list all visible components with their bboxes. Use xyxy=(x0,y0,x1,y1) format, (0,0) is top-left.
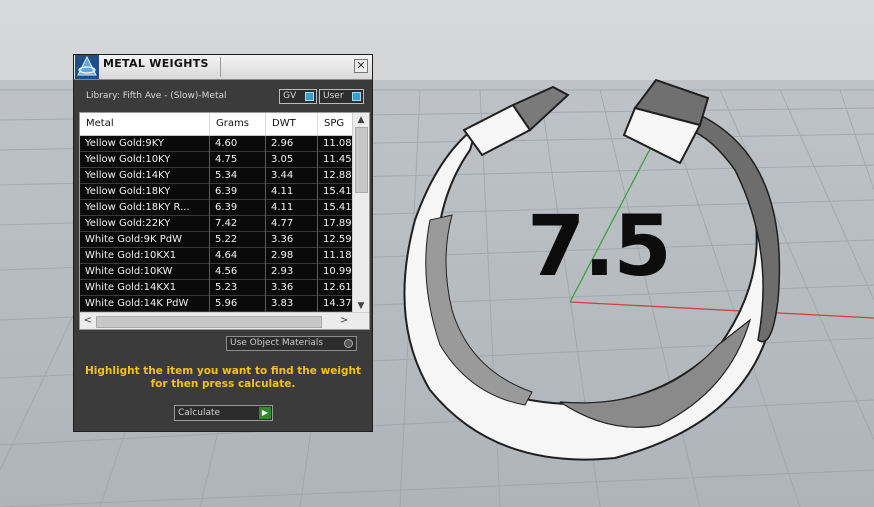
cell-grams: 4.60 xyxy=(210,136,266,152)
cell-grams: 5.22 xyxy=(210,232,266,248)
cell-metal: Yellow Gold:22KY xyxy=(80,216,210,232)
scroll-up-icon[interactable]: ▲ xyxy=(353,113,369,127)
close-button[interactable]: ✕ xyxy=(354,59,368,73)
table-body: Yellow Gold:9KY 4.60 2.96 11.08 Yellow Gold… xyxy=(80,136,358,312)
cell-grams: 7.42 xyxy=(210,216,266,232)
column-header-grams[interactable]: Grams xyxy=(210,113,266,135)
user-toggle[interactable]: User xyxy=(319,89,364,104)
library-label: Library: Fifth Ave - (Slow)-Metal xyxy=(86,91,227,101)
play-arrow-icon: ▶ xyxy=(259,407,271,419)
cell-grams: 6.39 xyxy=(210,184,266,200)
user-toggle-indicator xyxy=(352,92,361,101)
x-axis-line xyxy=(569,301,874,319)
cell-metal: Yellow Gold:10KY xyxy=(80,152,210,168)
metal-table: Metal Grams DWT SPG Yellow Gold:9KY 4.60 2… xyxy=(79,112,370,330)
calculate-label: Calculate xyxy=(178,408,221,418)
cell-metal: White Gold:14K PdW xyxy=(80,296,210,312)
gv-toggle-label: GV xyxy=(283,91,297,101)
cell-metal: Yellow Gold:18KY R... xyxy=(80,200,210,216)
table-row[interactable]: White Gold:14KX1 5.23 3.36 12.61 xyxy=(80,280,358,296)
table-row[interactable]: White Gold:10KX1 4.64 2.98 11.18 xyxy=(80,248,358,264)
cell-metal: Yellow Gold:14KY xyxy=(80,168,210,184)
horizontal-scrollbar[interactable]: < > xyxy=(80,312,369,329)
radio-icon xyxy=(344,339,353,348)
cell-dwt: 4.77 xyxy=(266,216,318,232)
cell-grams: 5.96 xyxy=(210,296,266,312)
table-row[interactable]: Yellow Gold:18KY 6.39 4.11 15.41 xyxy=(80,184,358,200)
cell-grams: 4.75 xyxy=(210,152,266,168)
vertical-scroll-thumb[interactable] xyxy=(355,127,368,193)
cell-dwt: 3.36 xyxy=(266,280,318,296)
table-row[interactable]: White Gold:10KW 4.56 2.93 10.99 xyxy=(80,264,358,280)
cell-metal: Yellow Gold:18KY xyxy=(80,184,210,200)
dialog-titlebar[interactable]: METAL WEIGHTS ✕ xyxy=(74,55,372,80)
table-row[interactable]: White Gold:9K PdW 5.22 3.36 12.59 xyxy=(80,232,358,248)
cell-dwt: 3.05 xyxy=(266,152,318,168)
cell-grams: 5.34 xyxy=(210,168,266,184)
instructions-line-2: for then press calculate. xyxy=(150,378,296,390)
table-header: Metal Grams DWT SPG xyxy=(80,113,358,136)
ring-size-text: 7.5 xyxy=(527,197,672,295)
cell-metal: White Gold:9K PdW xyxy=(80,232,210,248)
cell-grams: 5.23 xyxy=(210,280,266,296)
scroll-right-icon[interactable]: > xyxy=(336,313,352,329)
dialog-title: METAL WEIGHTS xyxy=(103,57,209,70)
cell-dwt: 4.11 xyxy=(266,184,318,200)
calculate-button[interactable]: Calculate ▶ xyxy=(174,405,273,421)
cell-metal: White Gold:10KX1 xyxy=(80,248,210,264)
vertical-scrollbar[interactable]: ▲ ▼ xyxy=(352,113,369,313)
instructions-line-1: Highlight the item you want to find the … xyxy=(85,365,361,377)
scroll-left-icon[interactable]: < xyxy=(80,313,96,329)
table-row[interactable]: White Gold:14K PdW 5.96 3.83 14.37 xyxy=(80,296,358,312)
scrollbar-corner xyxy=(353,313,369,329)
column-header-dwt[interactable]: DWT xyxy=(266,113,318,135)
instructions-text: Highlight the item you want to find the … xyxy=(74,365,372,391)
table-row[interactable]: Yellow Gold:22KY 7.42 4.77 17.89 xyxy=(80,216,358,232)
cell-metal: Yellow Gold:9KY xyxy=(80,136,210,152)
cell-dwt: 2.96 xyxy=(266,136,318,152)
use-object-materials-label: Use Object Materials xyxy=(230,338,324,348)
cell-metal: White Gold:14KX1 xyxy=(80,280,210,296)
scroll-down-icon[interactable]: ▼ xyxy=(353,299,369,313)
cell-grams: 6.39 xyxy=(210,200,266,216)
app-logo-icon xyxy=(75,55,99,79)
cell-dwt: 4.11 xyxy=(266,200,318,216)
cell-metal: White Gold:10KW xyxy=(80,264,210,280)
column-header-metal[interactable]: Metal xyxy=(80,113,210,135)
gv-toggle[interactable]: GV xyxy=(279,89,317,104)
table-row[interactable]: Yellow Gold:10KY 4.75 3.05 11.45 xyxy=(80,152,358,168)
cell-dwt: 2.93 xyxy=(266,264,318,280)
gv-toggle-indicator xyxy=(305,92,314,101)
metal-weights-dialog: METAL WEIGHTS ✕ Library: Fifth Ave - (Sl… xyxy=(73,54,373,432)
cell-dwt: 3.36 xyxy=(266,232,318,248)
table-row[interactable]: Yellow Gold:18KY R... 6.39 4.11 15.41 xyxy=(80,200,358,216)
horizontal-scroll-thumb[interactable] xyxy=(96,316,322,328)
cell-dwt: 3.44 xyxy=(266,168,318,184)
cell-grams: 4.64 xyxy=(210,248,266,264)
cell-dwt: 3.83 xyxy=(266,296,318,312)
use-object-materials-toggle[interactable]: Use Object Materials xyxy=(226,336,357,351)
title-separator xyxy=(220,57,221,77)
cell-grams: 4.56 xyxy=(210,264,266,280)
table-row[interactable]: Yellow Gold:14KY 5.34 3.44 12.88 xyxy=(80,168,358,184)
table-row[interactable]: Yellow Gold:9KY 4.60 2.96 11.08 xyxy=(80,136,358,152)
cell-dwt: 2.98 xyxy=(266,248,318,264)
user-toggle-label: User xyxy=(323,91,344,101)
